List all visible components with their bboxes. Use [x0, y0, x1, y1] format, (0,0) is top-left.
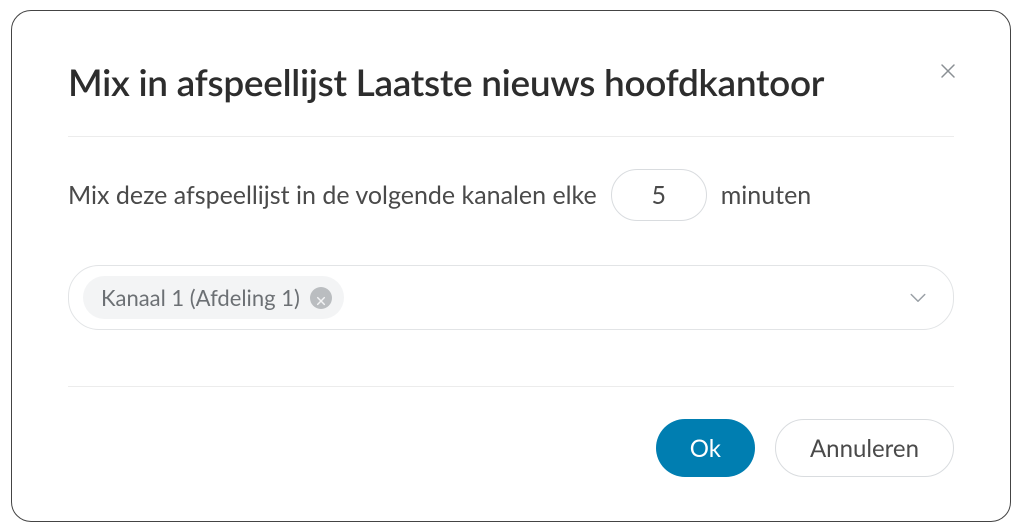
- chevron-down-icon: [909, 288, 927, 307]
- channel-chip-label: Kanaal 1 (Afdeling 1): [101, 284, 300, 311]
- close-button[interactable]: [934, 59, 962, 87]
- interval-suffix-label: minuten: [721, 180, 812, 210]
- dialog-title: Mix in afspeellijst Laatste nieuws hoofd…: [68, 59, 954, 104]
- close-icon: [316, 284, 326, 311]
- cancel-button[interactable]: Annuleren: [775, 419, 954, 477]
- dialog-footer: Ok Annuleren: [68, 419, 954, 477]
- close-icon: [939, 62, 957, 84]
- divider: [68, 386, 954, 387]
- ok-button[interactable]: Ok: [656, 419, 755, 477]
- interval-row: Mix deze afspeellijst in de volgende kan…: [68, 169, 954, 221]
- interval-prefix-label: Mix deze afspeellijst in de volgende kan…: [68, 180, 597, 210]
- divider: [68, 136, 954, 137]
- interval-input[interactable]: [611, 169, 707, 221]
- mix-playlist-dialog: Mix in afspeellijst Laatste nieuws hoofd…: [11, 10, 1011, 522]
- chip-remove-button[interactable]: [310, 287, 332, 309]
- channel-chip: Kanaal 1 (Afdeling 1): [83, 276, 344, 319]
- channel-multiselect[interactable]: Kanaal 1 (Afdeling 1): [68, 265, 954, 330]
